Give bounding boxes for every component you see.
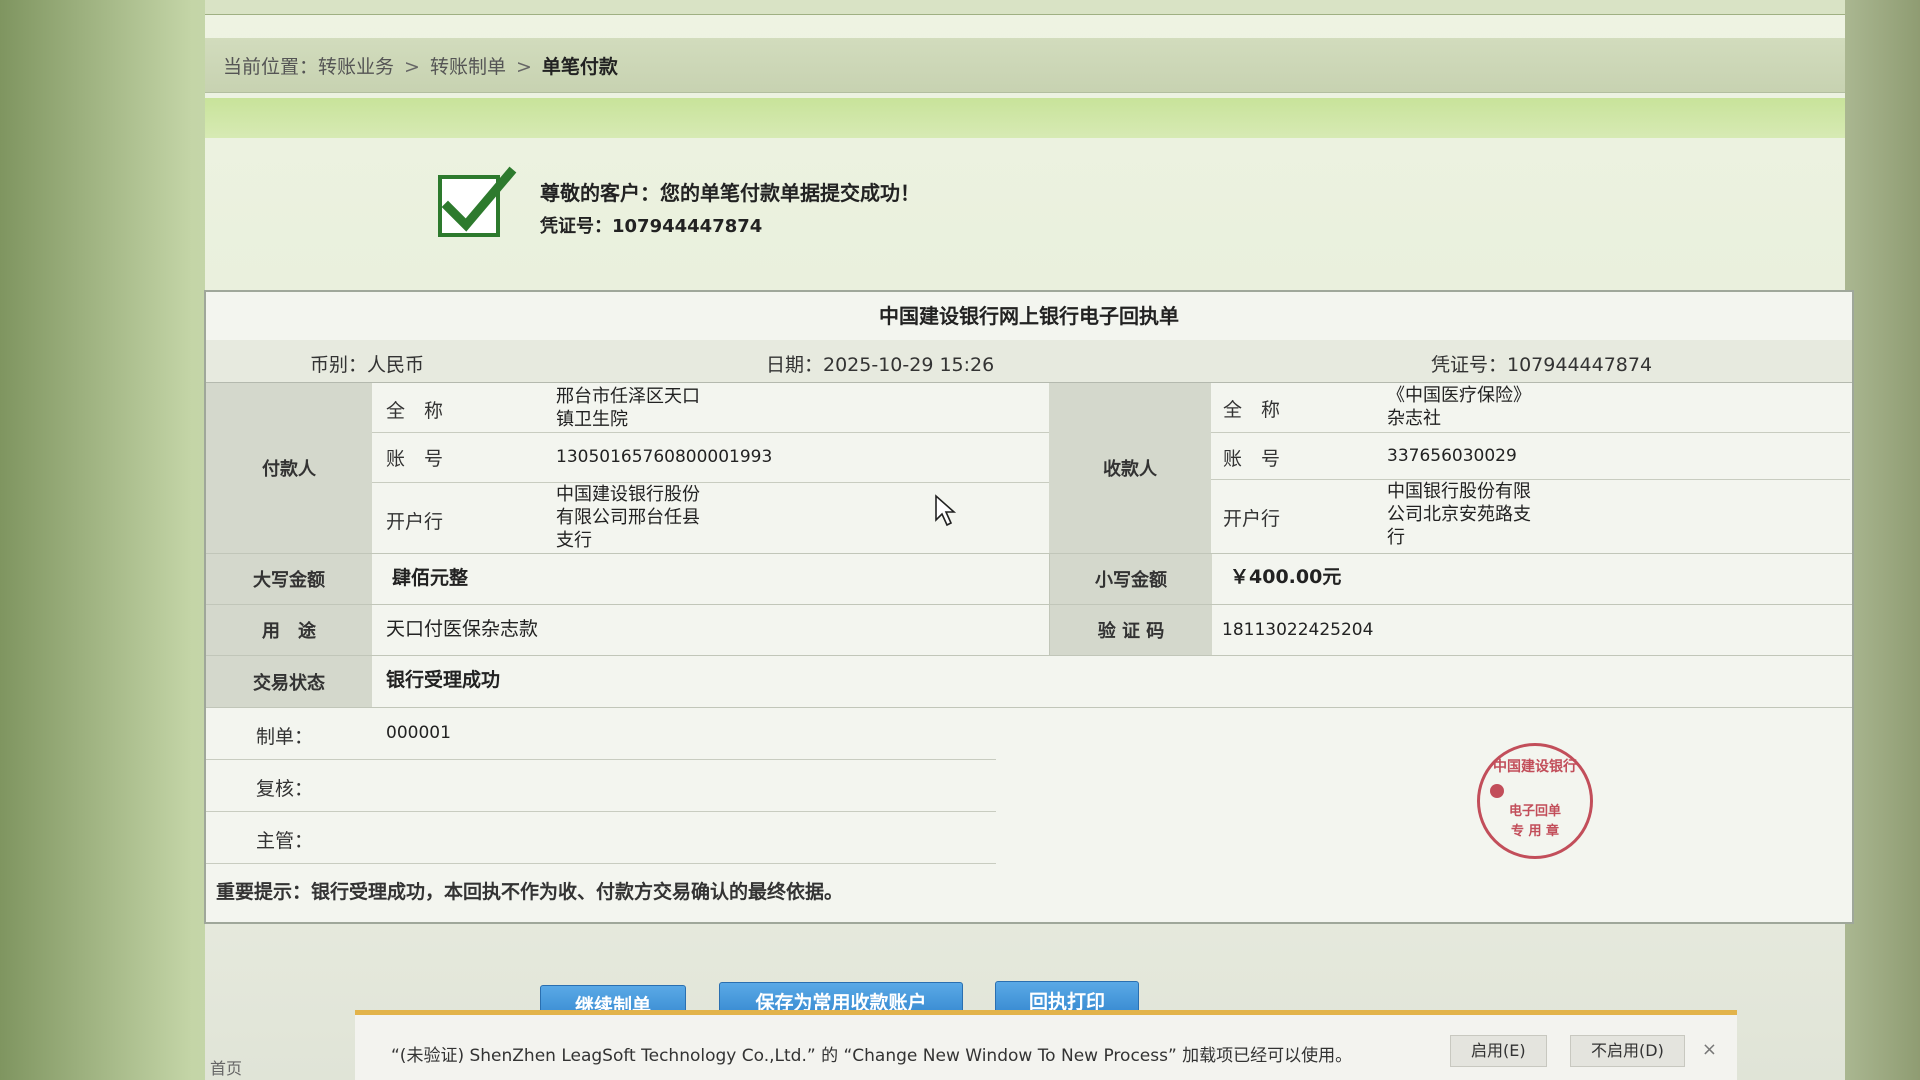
payee-bank-line: 行 [1387, 527, 1405, 548]
addon-notification-bar: “(未验证) ShenZhen LeagSoft Technology Co.,… [355, 1010, 1737, 1080]
breadcrumb-separator: > [515, 56, 532, 78]
amount-words-label: 大写金额 [206, 554, 372, 604]
amount-words: 肆佰元整 [392, 567, 469, 589]
payer-account-row: 账 号 13050165760800001993 [372, 432, 1049, 483]
receipt-date: 日期：2025-10-29 15:26 [766, 354, 995, 376]
breadcrumb-item-transfer[interactable]: 转账业务 [318, 56, 394, 78]
status-value: 银行受理成功 [386, 669, 501, 691]
close-icon[interactable]: × [1702, 1039, 1717, 1060]
receipt-title: 中国建设银行网上银行电子回执单 [206, 292, 1852, 341]
payee-section: 全 称 《中国医疗保险》 杂志社 账 号 337656030029 开户行 中国… [1211, 383, 1850, 553]
payee-bank: 中国银行股份有限 公司北京安苑路支 行 [1387, 480, 1531, 549]
important-notice: 重要提示：银行受理成功，本回执不作为收、付款方交易确认的最终依据。 [216, 881, 844, 903]
breadcrumb-bar: 当前位置：转账业务 > 转账制单 > 单笔付款 [205, 38, 1845, 93]
purpose-row: 用 途 天口付医保杂志款 验 证 码 18113022425204 [206, 605, 1852, 656]
breadcrumb: 当前位置：转账业务 > 转账制单 > 单笔付款 [223, 52, 618, 79]
payer-name-line: 镇卫生院 [556, 409, 628, 430]
payee-bank-line: 中国银行股份有限 [1387, 481, 1531, 502]
party-row: 付款人 全 称 邢台市任泽区天口 镇卫生院 账 号 13050165760800… [206, 383, 1852, 554]
payer-label: 付款人 [206, 383, 372, 553]
payer-account: 13050165760800001993 [556, 447, 773, 467]
home-link[interactable]: 首页 [210, 1055, 242, 1079]
amount-label: 小写金额 [1049, 554, 1212, 604]
top-frame-line [205, 0, 1845, 15]
seal-line-2: 专 用 章 [1510, 824, 1560, 839]
header-green-bar [205, 98, 1845, 138]
verify-label: 验 证 码 [1049, 605, 1212, 655]
payee-label: 收款人 [1049, 383, 1211, 553]
payee-name-line: 杂志社 [1387, 408, 1441, 429]
addon-notification-text: “(未验证) ShenZhen LeagSoft Technology Co.,… [391, 1046, 1353, 1066]
bank-seal-stamp: 中国建设银行 电子回单 专 用 章 [1477, 743, 1593, 859]
payee-name-label: 全 称 [1223, 399, 1281, 421]
maker-label: 制单： [256, 726, 314, 748]
payer-name-row: 全 称 邢台市任泽区天口 镇卫生院 [372, 383, 1049, 433]
maker-value: 000001 [386, 723, 451, 743]
maker-row: 制单： 000001 [206, 708, 996, 760]
payer-bank-line: 有限公司邢台任县 [556, 507, 700, 528]
enable-addon-button[interactable]: 启用(E) [1450, 1035, 1547, 1067]
payee-name: 《中国医疗保险》 杂志社 [1387, 384, 1531, 430]
payer-bank-line: 中国建设银行股份 [556, 484, 700, 505]
disable-addon-button[interactable]: 不启用(D) [1570, 1035, 1685, 1067]
payer-bank-label: 开户行 [386, 511, 444, 533]
breadcrumb-item-make[interactable]: 转账制单 [430, 56, 506, 78]
payer-name: 邢台市任泽区天口 镇卫生院 [556, 385, 700, 431]
payee-account-label: 账 号 [1223, 448, 1281, 470]
success-voucher: 凭证号：107944447874 [540, 216, 763, 237]
payee-account: 337656030029 [1387, 446, 1517, 466]
payer-name-label: 全 称 [386, 400, 444, 422]
supervisor-label: 主管： [256, 830, 314, 852]
checker-label: 复核： [256, 778, 314, 800]
payee-bank-label: 开户行 [1223, 508, 1281, 530]
receipt-meta: 币别：人民币 日期：2025-10-29 15:26 凭证号：107944447… [206, 340, 1852, 383]
status-label: 交易状态 [206, 656, 372, 707]
check-icon [438, 166, 517, 237]
payer-account-label: 账 号 [386, 448, 444, 470]
purpose-value: 天口付医保杂志款 [386, 618, 539, 640]
mouse-cursor-icon [935, 494, 957, 527]
payer-bank-line: 支行 [556, 530, 592, 551]
checker-row: 复核： [206, 760, 996, 812]
receipt-voucher: 凭证号：107944447874 [1431, 354, 1653, 376]
seal-arc-text: 中国建设银行 [1493, 759, 1577, 775]
breadcrumb-item-current: 单笔付款 [541, 56, 618, 78]
amount-value: ￥400.00元 [1230, 566, 1342, 588]
supervisor-row: 主管： [206, 812, 996, 864]
payee-name-line: 《中国医疗保险》 [1387, 385, 1531, 406]
payer-name-line: 邢台市任泽区天口 [556, 386, 700, 407]
success-text: 尊敬的客户：您的单笔付款单据提交成功！ [540, 181, 920, 205]
amount-row: 大写金额 肆佰元整 小写金额 ￥400.00元 [206, 554, 1852, 605]
payee-bank-line: 公司北京安苑路支 [1387, 504, 1531, 525]
breadcrumb-prefix: 当前位置： [223, 56, 319, 78]
currency: 币别：人民币 [310, 354, 425, 376]
payee-name-row: 全 称 《中国医疗保险》 杂志社 [1211, 383, 1850, 433]
breadcrumb-separator: > [404, 56, 420, 78]
seal-line-1: 电子回单 [1508, 804, 1561, 819]
payer-bank: 中国建设银行股份 有限公司邢台任县 支行 [556, 483, 700, 552]
payee-bank-row: 开户行 中国银行股份有限 公司北京安苑路支 行 [1211, 480, 1850, 550]
verify-code: 18113022425204 [1222, 620, 1374, 640]
receipt-panel: 中国建设银行网上银行电子回执单 币别：人民币 日期：2025-10-29 15:… [204, 290, 1854, 924]
payee-account-row: 账 号 337656030029 [1211, 432, 1850, 480]
seal-dot [1490, 784, 1504, 798]
status-row: 交易状态 银行受理成功 [206, 656, 1852, 708]
purpose-label: 用 途 [206, 605, 372, 655]
